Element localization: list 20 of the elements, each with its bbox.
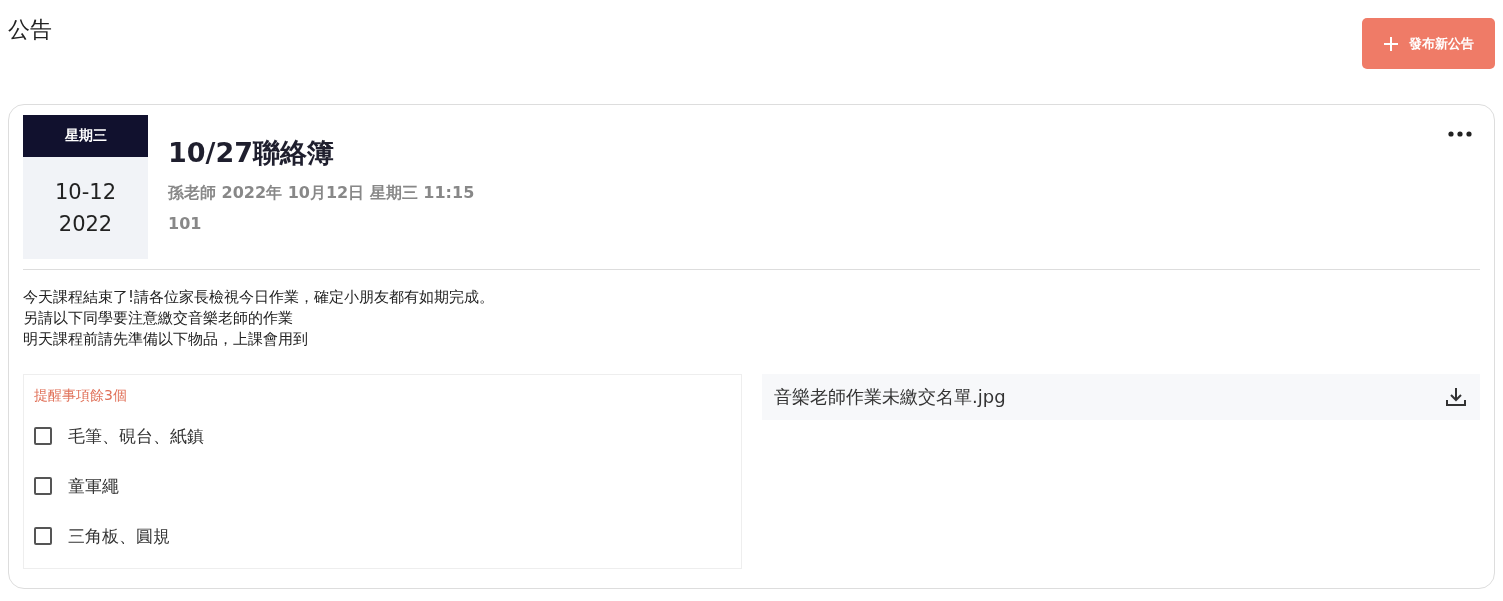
body-text: 今天課程結束了!請各位家長檢視今日作業，確定小朋友都有如期完成。	[23, 287, 495, 308]
page-title: 公告	[8, 16, 52, 44]
body-text: 另請以下同學要注意繳交音樂老師的作業	[23, 308, 294, 329]
checkbox[interactable]	[34, 427, 52, 445]
checkbox[interactable]	[34, 527, 52, 545]
reminder-label: 童軍繩	[68, 474, 119, 498]
download-icon[interactable]	[1444, 385, 1468, 409]
attachment-item[interactable]: 音樂老師作業未繳交名單.jpg	[762, 374, 1480, 420]
checkbox[interactable]	[34, 477, 52, 495]
more-icon[interactable]	[1448, 131, 1472, 137]
announcement-title: 10/27聯絡簿	[168, 136, 335, 170]
date-label: 10-12 2022	[23, 157, 148, 259]
reminder-label: 三角板、圓規	[68, 524, 170, 548]
author-date: 孫老師 2022年 10月12日 星期三 11:15	[168, 183, 475, 204]
plus-icon	[1383, 35, 1399, 52]
reminder-count: 提醒事項餘3個	[34, 387, 128, 405]
class-label: 101	[168, 214, 203, 233]
body-text: 明天課程前請先準備以下物品，上課會用到	[23, 329, 309, 350]
weekday-label: 星期三	[23, 115, 148, 157]
reminder-label: 毛筆、硯台、紙鎮	[68, 424, 204, 448]
